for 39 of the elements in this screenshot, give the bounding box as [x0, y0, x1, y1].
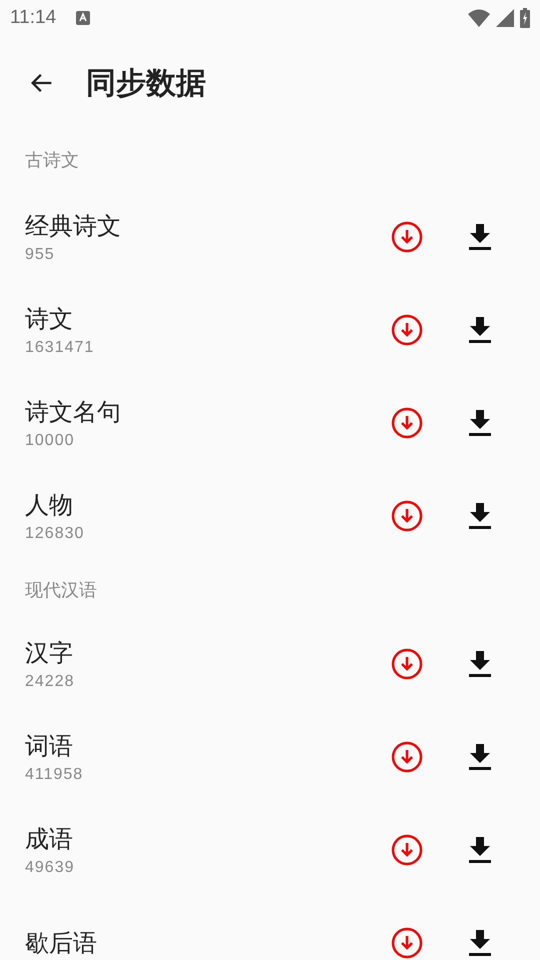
notification-icon — [76, 11, 90, 25]
section-header: 古诗文 — [25, 149, 79, 172]
download-circle-icon[interactable] — [391, 406, 423, 438]
item-name: 成语 — [25, 824, 74, 854]
item-count: 10000 — [25, 432, 76, 450]
download-icon[interactable] — [468, 502, 492, 528]
item-count: 49639 — [25, 858, 76, 876]
download-circle-icon[interactable] — [391, 220, 423, 252]
page-title: 同步数据 — [86, 64, 206, 102]
item-count: 24228 — [25, 672, 76, 690]
download-circle-icon[interactable] — [391, 500, 423, 532]
download-circle-icon[interactable] — [391, 834, 423, 866]
item-name: 诗文 — [25, 304, 74, 334]
item-name: 歇后语 — [25, 928, 98, 958]
wifi-icon — [468, 9, 490, 27]
item-name: 人物 — [25, 490, 74, 520]
download-icon[interactable] — [468, 650, 492, 676]
download-circle-icon[interactable] — [391, 926, 423, 958]
item-count: 1631471 — [25, 338, 96, 356]
download-circle-icon[interactable] — [391, 648, 423, 680]
item-count: 955 — [25, 246, 56, 264]
download-icon[interactable] — [468, 316, 492, 342]
item-name: 词语 — [25, 730, 74, 762]
download-icon[interactable] — [468, 744, 492, 770]
download-circle-icon[interactable] — [391, 740, 423, 772]
item-count: 126830 — [25, 524, 86, 542]
signal-icon — [496, 9, 514, 27]
download-icon[interactable] — [468, 836, 492, 862]
item-name: 经典诗文 — [25, 210, 122, 242]
item-name: 汉字 — [25, 638, 74, 668]
download-circle-icon[interactable] — [391, 314, 423, 346]
download-icon[interactable] — [468, 410, 492, 436]
item-count: 411958 — [25, 766, 84, 784]
download-icon[interactable] — [468, 930, 492, 956]
item-name: 诗文名句 — [25, 396, 122, 428]
status-time: 11:14 — [10, 7, 56, 29]
download-icon[interactable] — [468, 224, 492, 250]
section-header: 现代汉语 — [25, 578, 97, 602]
battery-icon — [520, 8, 530, 28]
